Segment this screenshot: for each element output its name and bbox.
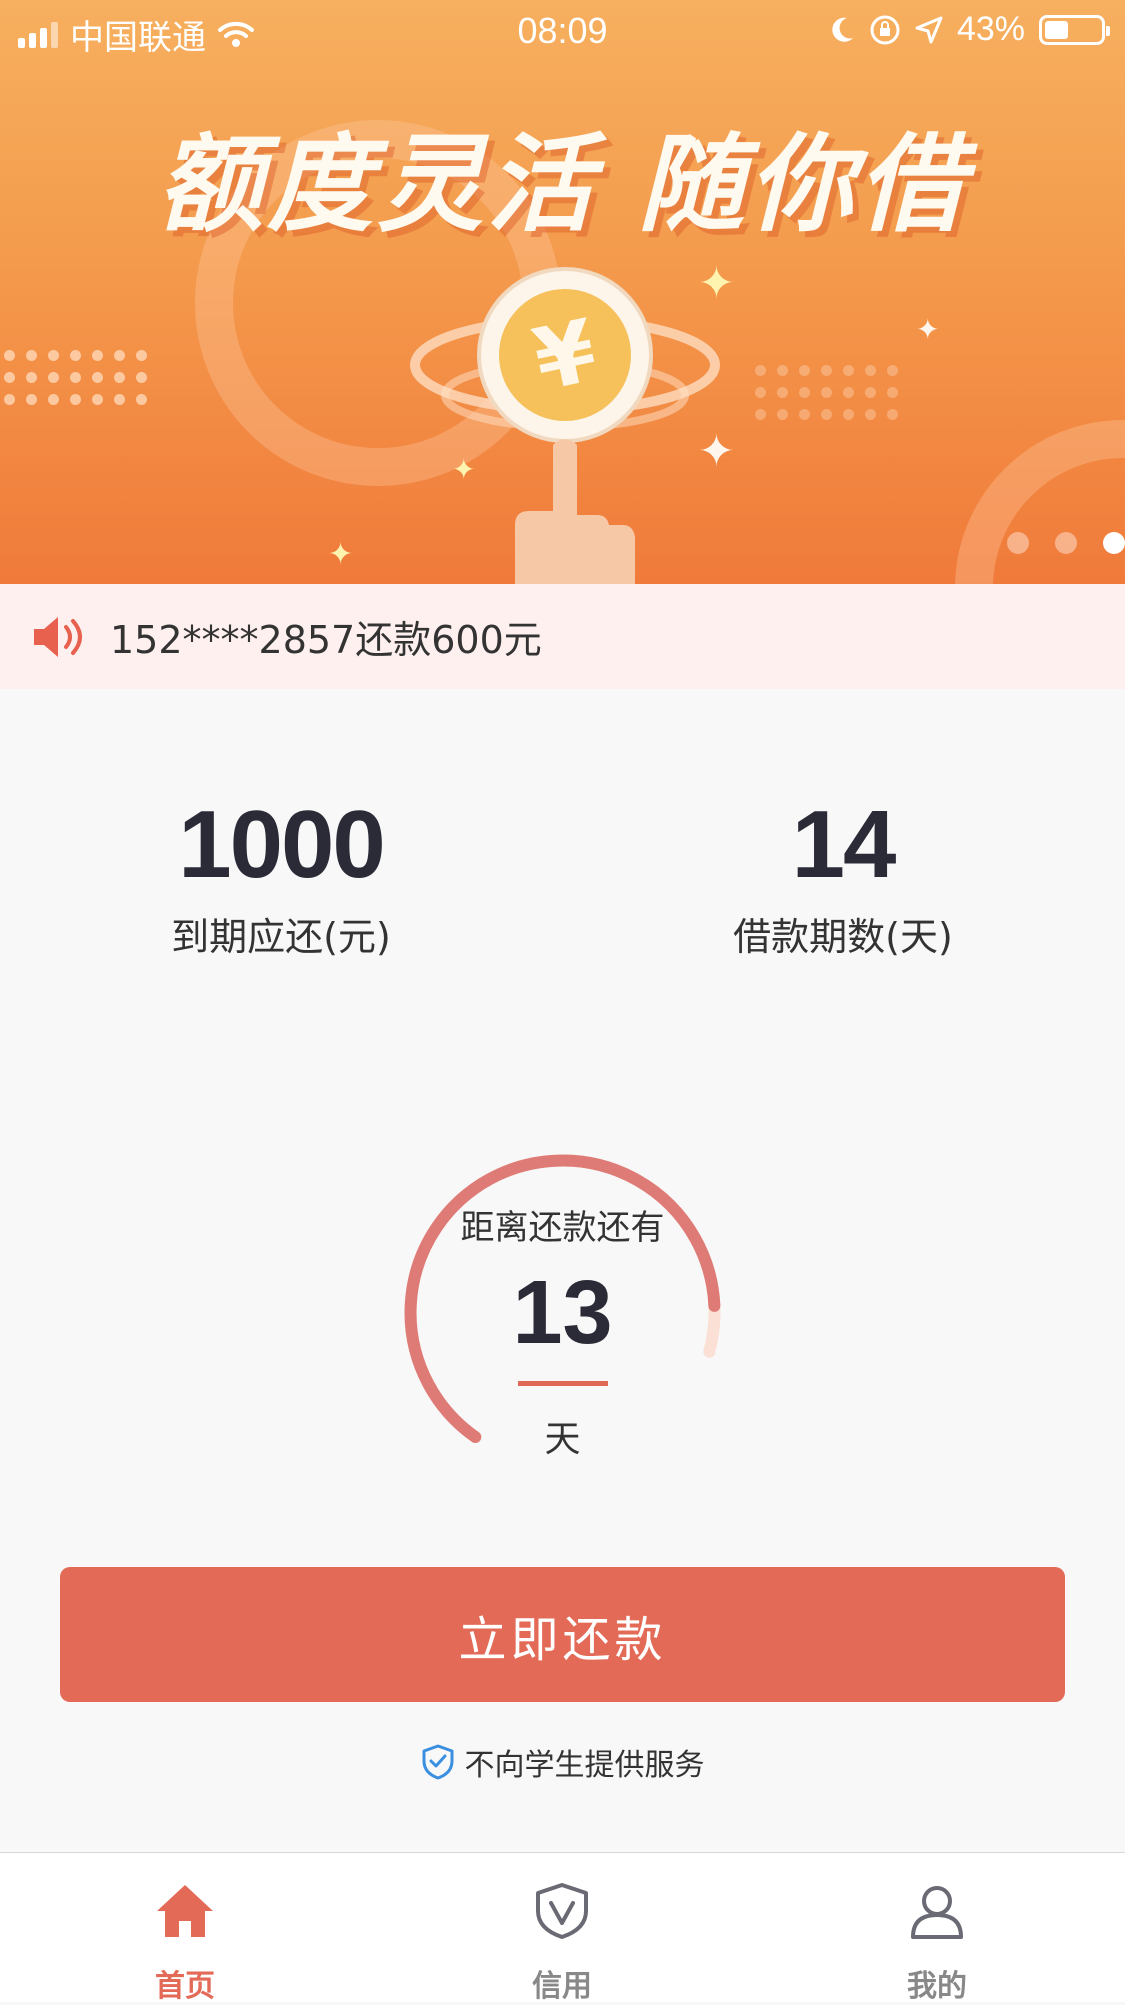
sparkle-icon: ✦ (452, 453, 476, 486)
tab-credit[interactable]: 信用 (462, 1853, 662, 2004)
disclaimer-text: 不向学生提供服务 (464, 1748, 705, 1783)
carousel-dot[interactable] (1007, 532, 1029, 554)
tab-credit-label: 信用 (532, 1969, 592, 2004)
coin-on-finger-illustration: ¥ (410, 267, 720, 584)
moon-icon (832, 17, 853, 42)
battery-icon (1039, 14, 1110, 45)
speaker-icon (34, 616, 82, 657)
loan-term-label: 借款期数(天) (733, 915, 953, 959)
location-icon (915, 16, 943, 43)
tab-home[interactable]: 首页 (85, 1853, 285, 2004)
tab-home-label: 首页 (155, 1969, 215, 2004)
shield-check-icon (422, 1744, 453, 1780)
sparkle-icon: ✦ (328, 537, 354, 572)
countdown-divider (518, 1381, 608, 1386)
carousel-dot[interactable] (1055, 532, 1077, 554)
rotation-lock-icon (870, 15, 900, 44)
home-icon (157, 1885, 213, 1937)
bottom-tab-bar: 首页 信用 我的 (0, 1852, 1125, 2004)
sparkle-icon: ✦ (698, 426, 735, 477)
disclaimer: 不向学生提供服务 (0, 1740, 1125, 1784)
banner-slogan: 额度灵活 随你借 (157, 123, 968, 246)
due-amount-stat: 1000 到期应还(元) (0, 790, 562, 961)
loan-term-stat: 14 借款期数(天) (562, 790, 1124, 961)
countdown-unit: 天 (544, 1419, 581, 1460)
repay-now-button[interactable]: 立即还款 (60, 1567, 1065, 1702)
tab-mine-label: 我的 (907, 1969, 967, 2004)
banner-decoration (955, 420, 1125, 584)
credit-shield-icon (536, 1883, 588, 1939)
countdown-days: 13 (512, 1263, 613, 1363)
repayment-countdown: 距离还款还有 13 天 (355, 1105, 770, 1520)
banner-dot-pattern (755, 365, 909, 431)
sparkle-icon: ✦ (916, 313, 940, 346)
status-bar: 中国联通 08:09 43% (0, 0, 1125, 62)
tab-mine[interactable]: 我的 (837, 1853, 1037, 2004)
carousel-indicator[interactable] (1007, 532, 1125, 554)
banner-dot-pattern (4, 350, 158, 416)
due-amount-label: 到期应还(元) (171, 915, 391, 959)
promo-banner[interactable]: 额度灵活 随你借 ¥ ✦ ✦ ✦ ✦ ✦ (0, 0, 1125, 584)
user-icon (911, 1886, 963, 1939)
loan-term-value: 14 (791, 791, 897, 898)
sparkle-icon: ✦ (698, 258, 735, 309)
announcement-text: 152****2857还款600元 (110, 618, 542, 662)
carousel-dot-active[interactable] (1103, 532, 1125, 554)
countdown-caption: 距离还款还有 (460, 1208, 665, 1248)
announcement-bar: 152****2857还款600元 (0, 584, 1125, 689)
due-amount-value: 1000 (178, 791, 386, 898)
battery-percentage: 43% (956, 10, 1025, 48)
